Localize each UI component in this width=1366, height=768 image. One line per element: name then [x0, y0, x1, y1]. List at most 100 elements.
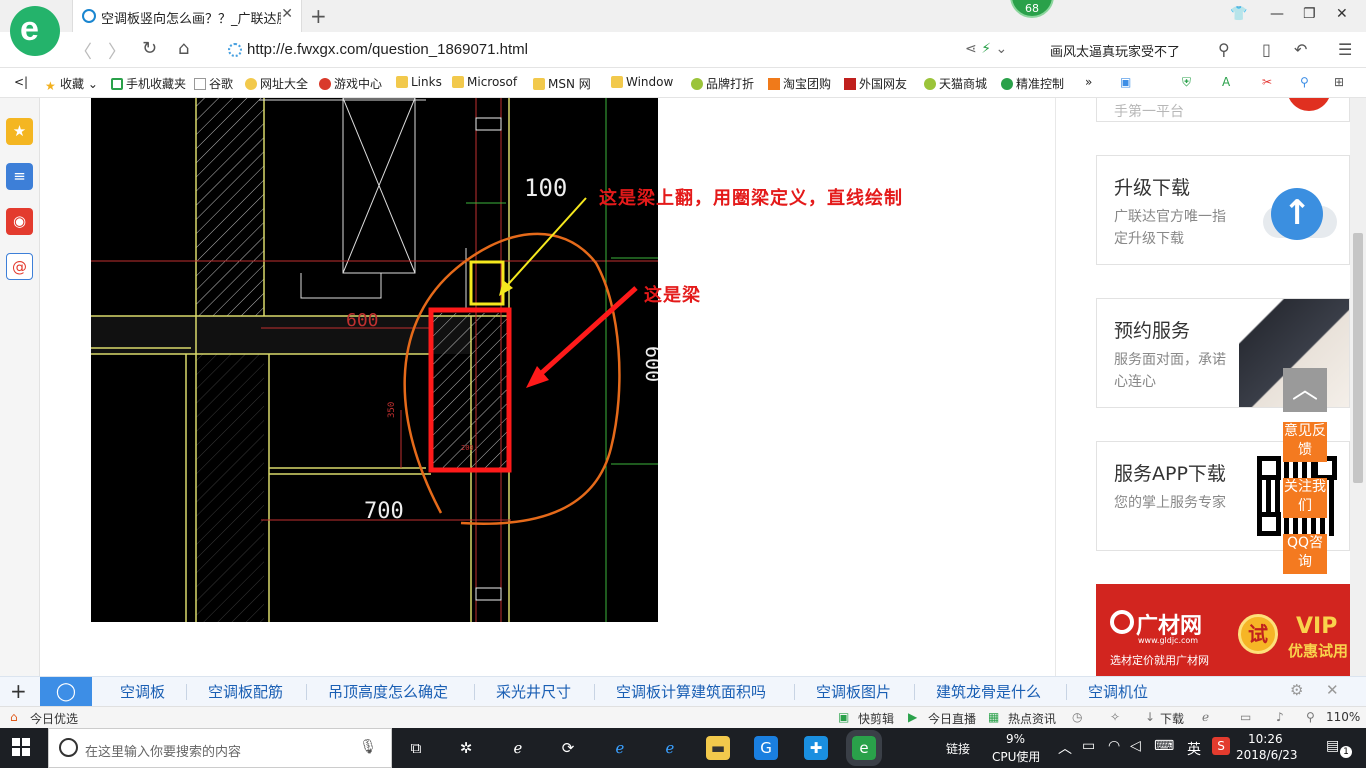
browser-tab[interactable]: 空调板竖向怎么画？？_广联达服 ✕ — [72, 0, 302, 32]
bookmark-item[interactable]: 手机收藏夹 — [111, 75, 186, 92]
more-bookmarks-icon[interactable]: » — [1085, 75, 1092, 89]
favorites-icon[interactable]: ★ — [6, 118, 33, 145]
related-search-item[interactable]: 吊顶高度怎么确定 — [328, 681, 448, 702]
mail-icon[interactable]: @ — [6, 253, 33, 280]
ie-icon[interactable]: ℯ — [1202, 710, 1209, 724]
taskbar-search[interactable]: 在这里输入你要搜索的内容 🎙 — [48, 728, 392, 768]
extension-icon[interactable]: ▣ — [1120, 75, 1131, 89]
related-search-item[interactable]: 空调板配筋 — [208, 681, 283, 702]
settings-icon[interactable]: ⚙ — [1290, 681, 1303, 699]
bookmark-item[interactable]: 谷歌 — [194, 75, 233, 92]
translate-icon[interactable]: A — [1222, 75, 1230, 89]
close-icon[interactable]: ✕ — [1336, 6, 1348, 22]
feedback-button[interactable]: 意见反馈 — [1283, 422, 1327, 462]
search-icon[interactable]: ⚲ — [1218, 40, 1230, 59]
bookmark-folder[interactable]: Microsof — [452, 75, 517, 89]
skin-icon[interactable]: 👕 — [1230, 6, 1247, 22]
clock-time[interactable]: 10:26 — [1248, 732, 1283, 746]
bookmark-item[interactable]: 外国网友 — [844, 75, 907, 92]
advertisement-banner[interactable]: 广材网 www.gldjc.com 选材定价就用广材网 试 VIP 优惠试用 — [1096, 584, 1350, 676]
window-icon[interactable]: ▭ — [1240, 710, 1251, 724]
pin-icon[interactable]: ✧ — [1110, 710, 1120, 724]
undo-icon[interactable]: ↶ — [1294, 40, 1307, 59]
zoom-level[interactable]: 110% — [1326, 710, 1360, 724]
back-icon[interactable]: 〈 — [74, 38, 92, 64]
app-plus-icon[interactable]: ✚ — [804, 736, 828, 760]
bookmark-item[interactable]: 品牌打折 — [691, 75, 754, 92]
sogou-icon[interactable]: S — [1212, 737, 1230, 755]
download-link[interactable]: 下载 — [1160, 710, 1184, 727]
app-fan-icon[interactable]: ✲ — [454, 736, 478, 760]
related-search-item[interactable]: 空调机位 — [1088, 681, 1148, 702]
forward-icon[interactable]: 〉 — [108, 38, 126, 64]
app-swirl-icon[interactable]: ⟳ — [556, 736, 580, 760]
bookmark-item[interactable]: 游戏中心 — [319, 75, 382, 92]
page-scrollbar[interactable] — [1350, 98, 1366, 676]
bookmark-folder[interactable]: MSN 网 — [533, 75, 591, 92]
tray-expand-icon[interactable]: ︿ — [1058, 738, 1072, 758]
live-link[interactable]: 今日直播 — [928, 710, 976, 727]
related-search-item[interactable]: 空调板图片 — [816, 681, 891, 702]
related-search-item[interactable]: 空调板计算建筑面积吗 — [616, 681, 766, 702]
bookmark-item[interactable]: ★ 收藏 ⌄ — [45, 75, 98, 93]
refresh-icon[interactable]: ↻ — [142, 38, 157, 59]
links-label[interactable]: 链接 — [946, 740, 970, 757]
app-e-icon[interactable]: ℯ — [506, 736, 530, 760]
tab-close-icon[interactable]: ✕ — [281, 6, 293, 22]
weibo-icon[interactable]: ◉ — [6, 208, 33, 235]
clock-date[interactable]: 2018/6/23 — [1236, 748, 1298, 762]
add-icon[interactable]: + — [10, 679, 27, 703]
news-link[interactable]: 热点资讯 — [1008, 710, 1056, 727]
bookmark-folder[interactable]: Window — [611, 75, 673, 89]
minimize-icon[interactable]: — — [1270, 6, 1284, 22]
task-view-icon[interactable]: ⧉ — [404, 736, 428, 760]
bookmark-folder[interactable]: Links — [396, 75, 442, 89]
related-search-item[interactable]: 空调板 — [120, 681, 165, 702]
battery-icon[interactable]: ▭ — [1082, 738, 1095, 754]
edge-icon[interactable]: ℯ — [608, 736, 632, 760]
bookmark-item[interactable]: 精准控制 — [1001, 75, 1064, 92]
browser-taskbar-icon[interactable]: e — [846, 730, 882, 766]
start-icon[interactable] — [12, 738, 30, 756]
scrollbar-thumb[interactable] — [1353, 233, 1363, 483]
related-search-item[interactable]: 建筑龙骨是什么 — [936, 681, 1041, 702]
restore-icon[interactable]: ❐ — [1303, 6, 1316, 22]
url-input[interactable]: http://e.fwxgx.com/question_1869071.html — [247, 41, 528, 58]
close-bar-icon[interactable]: ✕ — [1326, 681, 1339, 699]
volume-icon[interactable]: ◁ — [1130, 738, 1141, 754]
sidebar-card-partial[interactable]: 手第一平台 — [1096, 98, 1350, 122]
microphone-icon[interactable]: 🎙 — [359, 739, 377, 755]
new-tab-icon[interactable]: + — [310, 4, 327, 28]
score-badge[interactable]: 68 — [1010, 0, 1054, 18]
sidebar-card-upgrade[interactable]: 升级下载 广联达官方唯一指定升级下载 ↑ — [1096, 155, 1350, 265]
mute-icon[interactable]: ♪ — [1276, 710, 1284, 724]
bookmark-item[interactable]: 淘宝团购 — [768, 75, 831, 92]
keyboard-icon[interactable]: ⌨ — [1154, 738, 1174, 754]
share-icon[interactable]: ⋖ ⚡ ⌄ — [965, 41, 1007, 57]
qq-consult-button[interactable]: QQ咨询 — [1283, 534, 1327, 574]
home-icon[interactable]: ⌂ — [178, 38, 189, 59]
shield-icon[interactable]: ⛨ — [1182, 75, 1191, 90]
speed-icon[interactable]: ◷ — [1072, 710, 1082, 724]
search-input[interactable]: 画风太逼真玩家受不了 — [1050, 41, 1180, 60]
find-icon[interactable]: ⚲ — [1300, 75, 1309, 89]
menu-icon[interactable]: ☰ — [1338, 40, 1352, 59]
ie-taskbar-icon[interactable]: ℯ — [658, 736, 682, 760]
related-search-item[interactable]: 采光井尺寸 — [496, 681, 571, 702]
back-to-top-button[interactable]: ︿ — [1283, 368, 1327, 412]
glodon-app-icon[interactable]: G — [754, 736, 778, 760]
grid-icon[interactable]: ⊞ — [1334, 75, 1344, 89]
reader-icon[interactable]: ≡ — [6, 163, 33, 190]
ime-indicator[interactable]: 英 — [1187, 739, 1201, 759]
follow-button[interactable]: 关注我们 — [1283, 478, 1327, 518]
quick-edit-link[interactable]: 快剪辑 — [858, 710, 894, 727]
wifi-icon[interactable]: ◠ — [1108, 738, 1120, 754]
related-search-icon[interactable]: ◯ — [40, 677, 92, 707]
notification-icon[interactable]: ▤ — [1326, 738, 1339, 754]
bookmark-item[interactable]: 网址大全 — [245, 75, 308, 92]
bookmark-item[interactable]: 天猫商城 — [924, 75, 987, 92]
device-icon[interactable]: ▯ — [1262, 40, 1271, 59]
browser-logo[interactable]: e — [10, 6, 60, 56]
file-explorer-icon[interactable]: ▬ — [706, 736, 730, 760]
bookmarks-collapse-icon[interactable]: <| — [14, 75, 28, 89]
